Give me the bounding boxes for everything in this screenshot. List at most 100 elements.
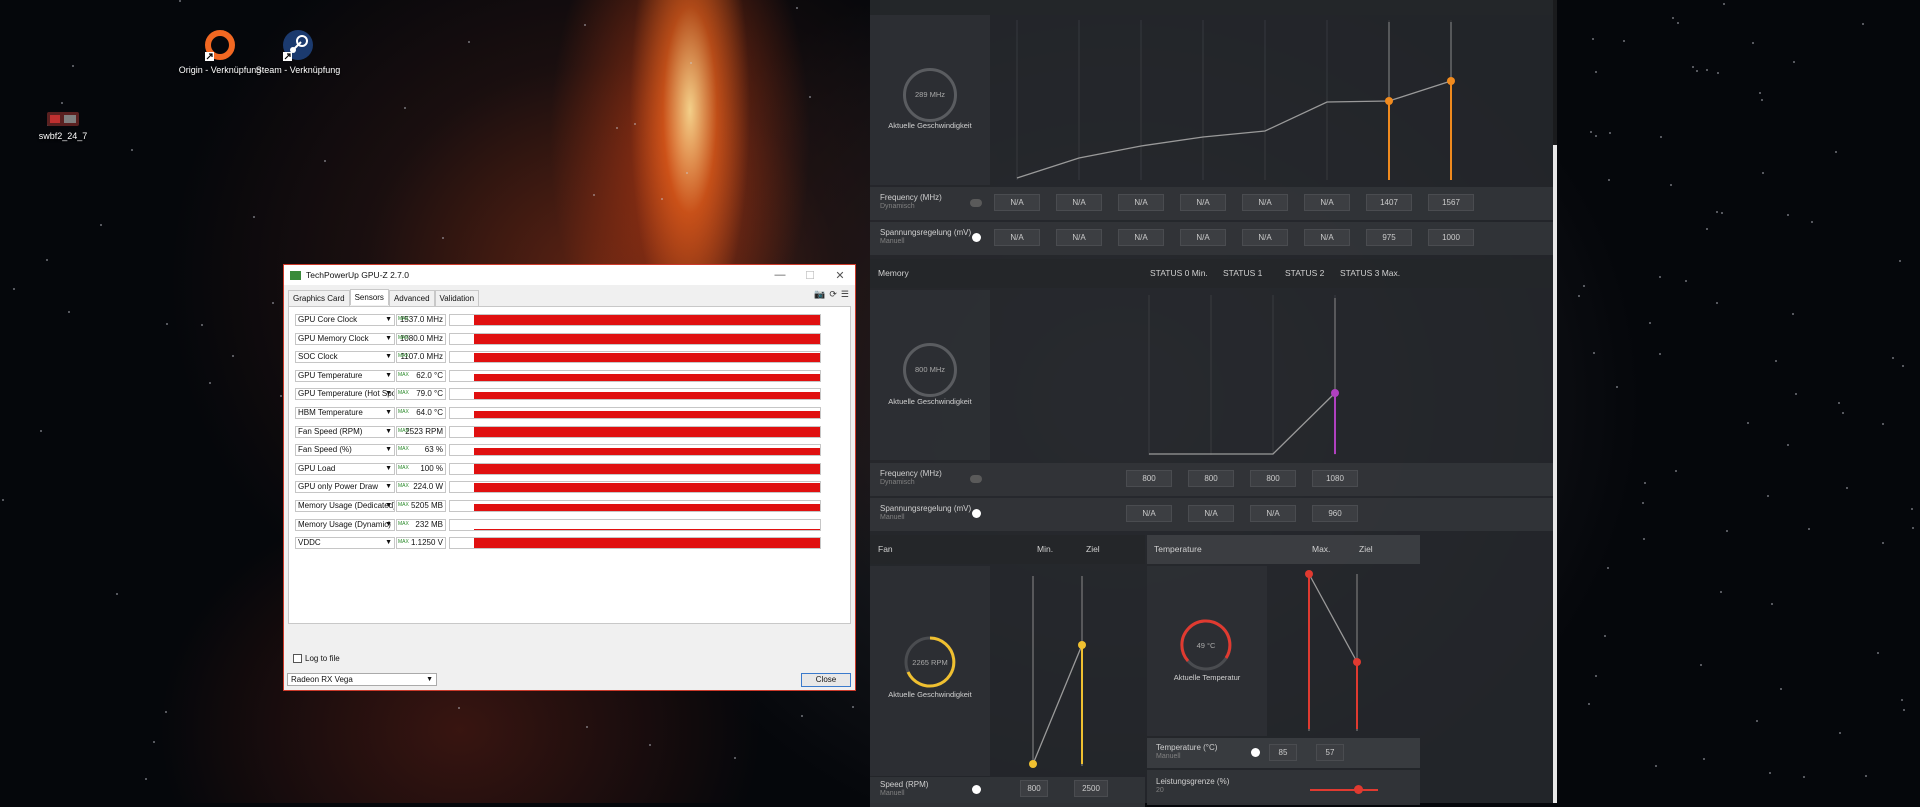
chevron-down-icon: ▼ bbox=[385, 334, 392, 342]
gpu-frequency-input-0[interactable]: N/A bbox=[994, 194, 1040, 211]
gpuz-titlebar[interactable]: TechPowerUp GPU-Z 2.7.0 — ☐ ✕ bbox=[284, 265, 855, 285]
gpu-gauge-caption: Aktuelle Geschwindigkeit bbox=[888, 121, 972, 130]
fan-target-input[interactable]: 2500 bbox=[1074, 780, 1108, 797]
gpu-frequency-input-2[interactable]: N/A bbox=[1118, 194, 1164, 211]
memory-frequency-input-2[interactable]: 800 bbox=[1250, 470, 1296, 487]
sensor-name-select[interactable]: GPU Memory Clock ▼ bbox=[295, 332, 395, 345]
star bbox=[442, 236, 445, 239]
fan-min-input[interactable]: 800 bbox=[1020, 780, 1048, 797]
minimize-button[interactable]: — bbox=[765, 269, 795, 281]
sensor-name-select[interactable]: GPU only Power Draw ▼ bbox=[295, 481, 395, 494]
sensor-name: Fan Speed (RPM) bbox=[298, 426, 363, 436]
power-limit-slider-track[interactable] bbox=[1310, 789, 1378, 791]
temperature-max-handle bbox=[1305, 570, 1313, 578]
memory-frequency-input-0[interactable]: 800 bbox=[1126, 470, 1172, 487]
star bbox=[1911, 508, 1914, 511]
memory-voltage-input-2[interactable]: N/A bbox=[1250, 505, 1296, 522]
tab-advanced[interactable]: Advanced bbox=[388, 290, 435, 306]
gpu-state-6-handle bbox=[1385, 97, 1393, 105]
sensor-name-select[interactable]: Memory Usage (Dedicated) ▼ bbox=[295, 500, 395, 512]
star bbox=[271, 302, 274, 305]
gpu-state-7-handle bbox=[1447, 77, 1455, 85]
star bbox=[1901, 699, 1904, 702]
power-limit-slider-handle[interactable] bbox=[1354, 785, 1363, 794]
tab-sensors[interactable]: Sensors bbox=[349, 289, 389, 305]
gpu-voltage-input-5[interactable]: N/A bbox=[1304, 229, 1350, 246]
screenshot-icon[interactable]: 📷 bbox=[814, 289, 825, 300]
gpu-frequency-input-3[interactable]: N/A bbox=[1180, 194, 1226, 211]
sensor-value: MAX 64.0 °C bbox=[396, 407, 446, 419]
gpu-frequency-input-7[interactable]: 1567 bbox=[1428, 194, 1474, 211]
sensor-name-select[interactable]: VDDC ▼ bbox=[295, 537, 395, 550]
close-window-button[interactable]: ✕ bbox=[825, 269, 855, 282]
desktop-icon-swbf2[interactable]: swbf2_24_7 bbox=[18, 110, 108, 142]
gpu-voltage-input-1[interactable]: N/A bbox=[1056, 229, 1102, 246]
fan-min-handle bbox=[1029, 760, 1037, 768]
gpu-voltage-input-6[interactable]: 975 bbox=[1366, 229, 1412, 246]
star bbox=[1658, 352, 1661, 355]
sensor-name: Fan Speed (%) bbox=[298, 445, 352, 455]
sensor-graph bbox=[449, 407, 821, 419]
star bbox=[1592, 352, 1595, 355]
sensor-name-select[interactable]: SOC Clock ▼ bbox=[295, 351, 395, 364]
temperature-max-input[interactable]: 85 bbox=[1269, 744, 1297, 761]
memory-voltage-input-3[interactable]: 960 bbox=[1312, 505, 1358, 522]
star bbox=[1834, 151, 1837, 154]
temperature-title: Temperature bbox=[1154, 544, 1202, 554]
gpu-voltage-input-3[interactable]: N/A bbox=[1180, 229, 1226, 246]
sensor-name-select[interactable]: GPU Core Clock ▼ bbox=[295, 314, 395, 326]
gpu-voltage-input-4[interactable]: N/A bbox=[1242, 229, 1288, 246]
wattman-scrollbar[interactable] bbox=[1553, 0, 1557, 803]
gpu-frequency-toggle[interactable] bbox=[970, 199, 982, 207]
sensor-name-select[interactable]: GPU Temperature ▼ bbox=[295, 369, 395, 382]
device-select[interactable]: Radeon RX Vega ▼ bbox=[287, 673, 437, 686]
star bbox=[1751, 42, 1754, 45]
memory-frequency-input-3[interactable]: 1080 bbox=[1312, 470, 1358, 487]
temperature-curve[interactable] bbox=[1267, 566, 1420, 736]
memory-clock-curve[interactable] bbox=[990, 290, 1553, 460]
memory-frequency-input-1[interactable]: 800 bbox=[1188, 470, 1234, 487]
gpu-frequency-input-5[interactable]: N/A bbox=[1304, 194, 1350, 211]
gpu-frequency-input-4[interactable]: N/A bbox=[1242, 194, 1288, 211]
sensor-name-select[interactable]: GPU Load ▼ bbox=[295, 462, 395, 475]
memory-frequency-label: Frequency (MHz) Dynamisch bbox=[880, 469, 942, 486]
gpu-clock-curve[interactable] bbox=[990, 15, 1553, 185]
star bbox=[279, 395, 282, 398]
max-tag: MAX bbox=[398, 334, 409, 341]
log-to-file-checkbox[interactable]: Log to file bbox=[293, 654, 340, 663]
fan-speed-toggle[interactable] bbox=[970, 785, 982, 794]
sensor-name-select[interactable]: Fan Speed (%) ▼ bbox=[295, 444, 395, 457]
menu-icon[interactable]: ☰ bbox=[841, 289, 849, 300]
maximize-button[interactable]: ☐ bbox=[795, 269, 825, 282]
sensor-name-select[interactable]: Fan Speed (RPM) ▼ bbox=[295, 425, 395, 438]
power-limit-label: Leistungsgrenze (%) 20 bbox=[1156, 777, 1230, 794]
chevron-down-icon: ▼ bbox=[385, 353, 392, 361]
gpu-voltage-input-0[interactable]: N/A bbox=[994, 229, 1040, 246]
temperature-target-input[interactable]: 57 bbox=[1316, 744, 1344, 761]
temperature-toggle[interactable] bbox=[1249, 748, 1261, 757]
sensor-name-select[interactable]: Memory Usage (Dynamic) ▼ bbox=[295, 518, 395, 531]
desktop-icon-steam[interactable]: Steam - Verknüpfung bbox=[253, 28, 343, 76]
sensor-name-select[interactable]: HBM Temperature ▼ bbox=[295, 407, 395, 419]
memory-voltage-input-0[interactable]: N/A bbox=[1126, 505, 1172, 522]
gpu-frequency-input-6[interactable]: 1407 bbox=[1366, 194, 1412, 211]
gpu-voltage-input-2[interactable]: N/A bbox=[1118, 229, 1164, 246]
scrollbar-thumb[interactable] bbox=[1553, 145, 1557, 803]
sensor-name-select[interactable]: GPU Temperature (Hot Spot) ▼ bbox=[295, 388, 395, 401]
tab-graphics-card[interactable]: Graphics Card bbox=[288, 290, 350, 306]
fan-curve[interactable] bbox=[990, 566, 1145, 776]
desktop-icon-origin[interactable]: Origin - Verknüpfung bbox=[175, 28, 265, 76]
refresh-icon[interactable]: ⟳ bbox=[829, 289, 837, 300]
memory-voltage-input-1[interactable]: N/A bbox=[1188, 505, 1234, 522]
gpu-voltage-toggle[interactable] bbox=[970, 233, 982, 242]
close-button[interactable]: Close bbox=[801, 673, 851, 687]
sensor-graph bbox=[449, 518, 821, 531]
star bbox=[1700, 664, 1703, 667]
fan-target-handle bbox=[1078, 641, 1086, 649]
checkbox-box[interactable] bbox=[293, 654, 302, 663]
gpu-voltage-input-7[interactable]: 1000 bbox=[1428, 229, 1474, 246]
memory-voltage-toggle[interactable] bbox=[970, 509, 982, 518]
tab-validation[interactable]: Validation bbox=[434, 290, 480, 306]
memory-frequency-toggle[interactable] bbox=[970, 475, 982, 483]
gpu-frequency-input-1[interactable]: N/A bbox=[1056, 194, 1102, 211]
